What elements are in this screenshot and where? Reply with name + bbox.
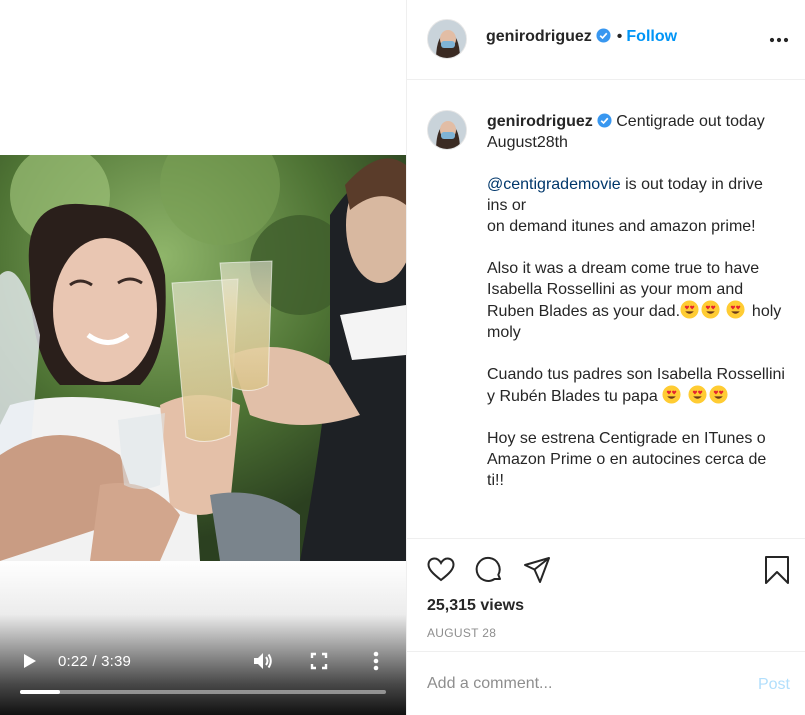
caption-username[interactable]: genirodriguez bbox=[487, 113, 593, 130]
verified-badge-icon bbox=[596, 28, 611, 43]
video-progress-fill bbox=[20, 690, 61, 694]
add-comment-section: Post bbox=[407, 651, 805, 715]
heart-eyes-emoji-icon bbox=[688, 385, 707, 404]
header-user-row: genirodriguez • Follow bbox=[486, 28, 677, 46]
caption-paragraph-1: @centigrademovie is out today in drive i… bbox=[487, 174, 787, 237]
post-comment-button[interactable]: Post bbox=[758, 676, 790, 694]
caption-area: genirodriguez Centigrade out today Augus… bbox=[407, 81, 805, 537]
comment-input[interactable] bbox=[427, 672, 727, 696]
avatar[interactable] bbox=[427, 19, 467, 59]
more-vertical-icon[interactable] bbox=[367, 650, 385, 672]
post-date[interactable]: AUGUST 28 bbox=[427, 626, 496, 640]
bookmark-icon[interactable] bbox=[762, 555, 792, 585]
view-count[interactable]: 25,315 views bbox=[427, 597, 524, 615]
caption-text: genirodriguez Centigrade out today Augus… bbox=[487, 111, 787, 512]
post-actions: 25,315 views AUGUST 28 bbox=[407, 538, 805, 650]
video-controls: 0:22 / 3:39 bbox=[0, 640, 406, 684]
more-horizontal-icon[interactable] bbox=[768, 30, 790, 50]
caption-para3: Cuando tus padres son Isabella Rossellin… bbox=[487, 366, 785, 405]
volume-icon[interactable] bbox=[252, 651, 274, 671]
heart-eyes-emoji-icon bbox=[726, 300, 745, 319]
fullscreen-icon[interactable] bbox=[310, 652, 328, 670]
heart-icon[interactable] bbox=[426, 555, 456, 585]
heart-eyes-emoji-icon bbox=[662, 385, 681, 404]
share-icon[interactable] bbox=[522, 555, 552, 585]
caption-para1-line2: on demand itunes and amazon prime! bbox=[487, 218, 756, 235]
caption-paragraph-3: Cuando tus padres son Isabella Rossellin… bbox=[487, 364, 787, 407]
caption-first-paragraph: genirodriguez Centigrade out today Augus… bbox=[487, 111, 787, 153]
video-pane: 0:22 / 3:39 bbox=[0, 0, 406, 715]
caption-paragraph-2: Also it was a dream come true to have Is… bbox=[487, 258, 787, 343]
video-time: 0:22 / 3:39 bbox=[58, 653, 132, 670]
heart-eyes-emoji-icon bbox=[709, 385, 728, 404]
caption-paragraph-4: Hoy se estrena Centigrade en ITunes o Am… bbox=[487, 428, 787, 491]
caption-avatar[interactable] bbox=[427, 110, 467, 150]
header-username[interactable]: genirodriguez bbox=[486, 28, 592, 45]
video-player[interactable] bbox=[0, 155, 406, 561]
post-header: genirodriguez • Follow bbox=[407, 0, 805, 80]
video-frame-image bbox=[0, 155, 406, 561]
mention-link[interactable]: @centigrademovie bbox=[487, 176, 621, 193]
play-icon[interactable] bbox=[20, 652, 38, 670]
heart-eyes-emoji-icon bbox=[680, 300, 699, 319]
post-details: genirodriguez • Follow genirodriguez Centi… bbox=[406, 0, 805, 715]
caption-para4: Hoy se estrena Centigrade en ITunes o Am… bbox=[487, 430, 767, 489]
separator-dot: • bbox=[616, 28, 623, 45]
video-progress-bar[interactable] bbox=[20, 690, 386, 694]
comment-icon[interactable] bbox=[474, 555, 504, 585]
verified-badge-icon bbox=[597, 113, 612, 128]
heart-eyes-emoji-icon bbox=[701, 300, 720, 319]
follow-button[interactable]: Follow bbox=[626, 28, 677, 45]
